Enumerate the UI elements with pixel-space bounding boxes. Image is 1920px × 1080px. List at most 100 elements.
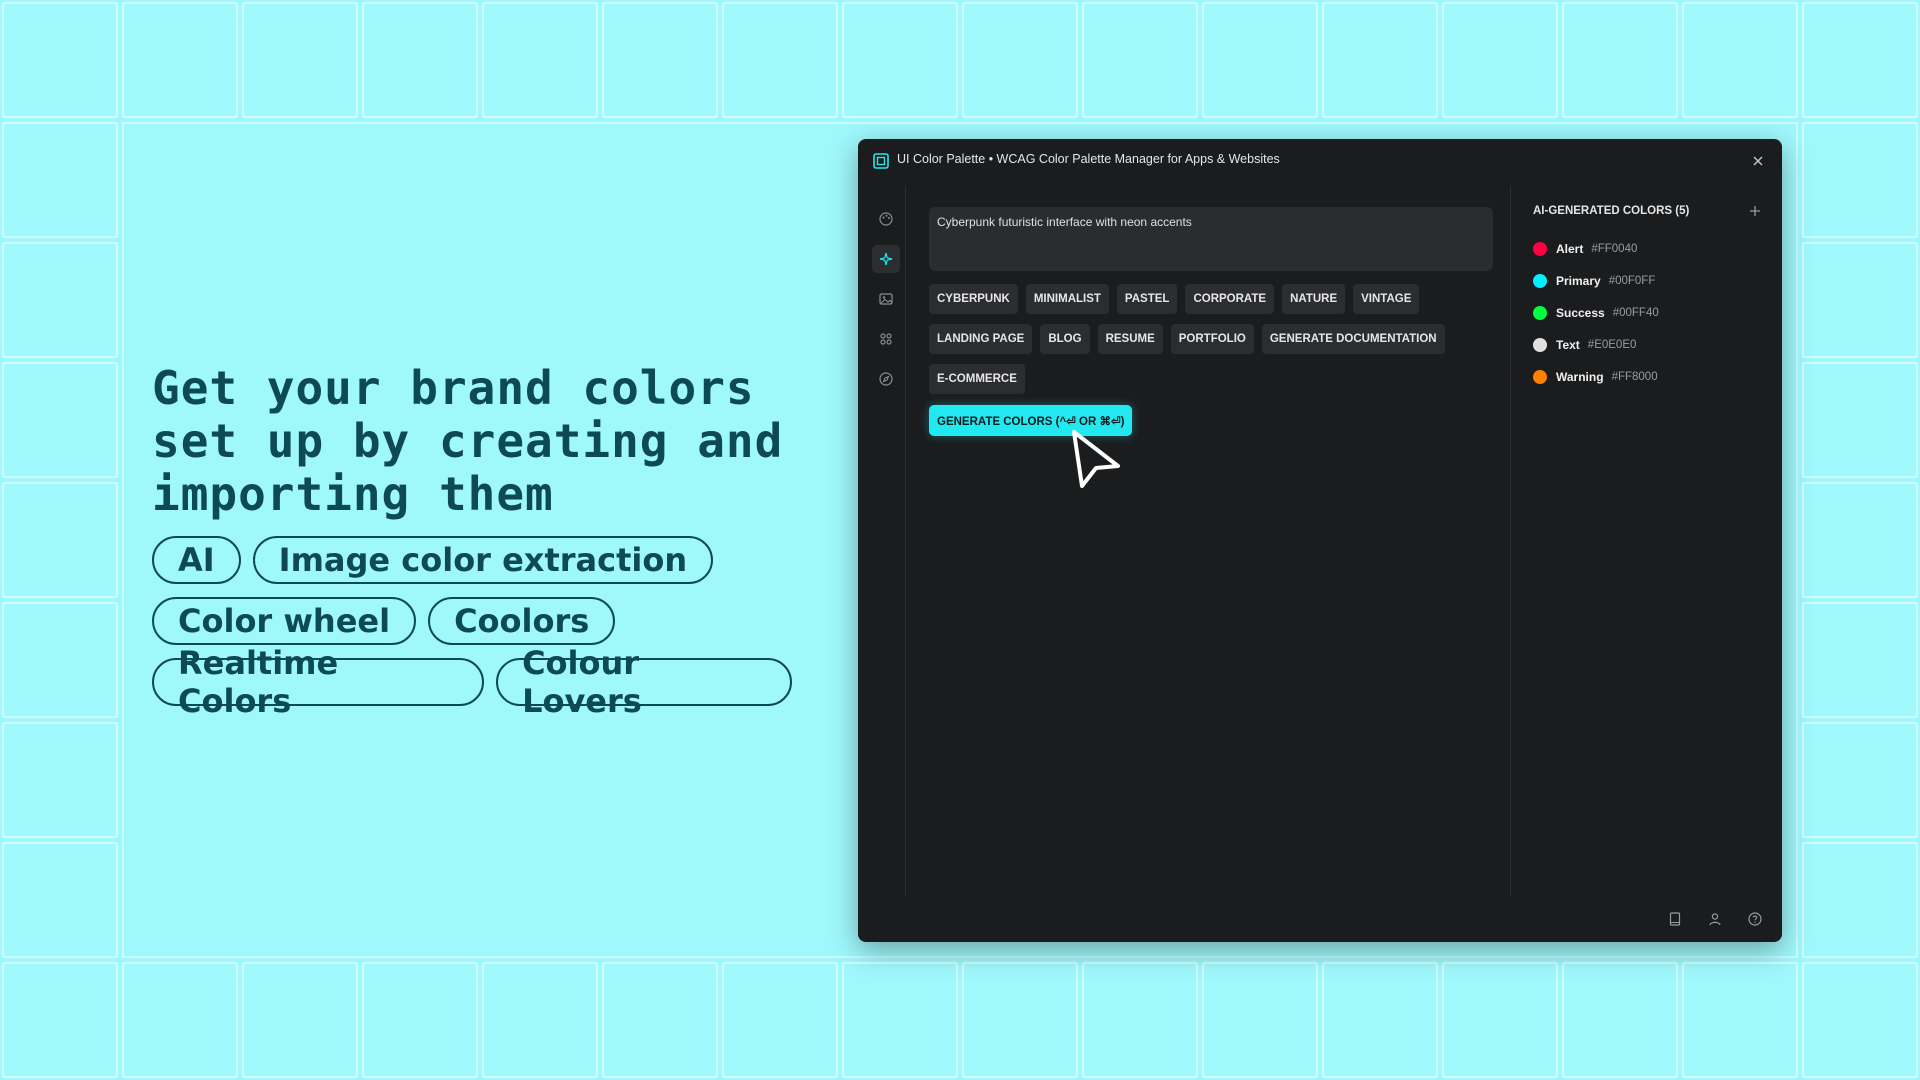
background-tile [962,2,1078,118]
color-item-alert[interactable]: Alert #FF0040 [1533,233,1763,265]
background-tile [1442,962,1558,1078]
chip-row: E-COMMERCE [929,364,1509,394]
mouse-cursor-icon [1072,430,1120,488]
nav-sparkle-icon[interactable] [872,245,900,273]
color-name: Primary [1556,274,1601,288]
feature-pill-colour-lovers: Colour Lovers [496,644,792,720]
chip-corporate[interactable]: CORPORATE [1185,284,1275,314]
chip-blog[interactable]: BLOG [1040,324,1090,354]
feature-pill-coolors: Coolors [428,597,616,645]
background-tile [242,2,358,118]
nav-grid-icon[interactable] [872,325,900,353]
chip-portfolio[interactable]: PORTFOLIO [1170,324,1254,354]
background-tile [1802,722,1918,838]
background-tile [1802,122,1918,238]
color-item-warning[interactable]: Warning #FF8000 [1533,361,1763,393]
color-swatch [1533,338,1547,352]
color-item-success[interactable]: Success #00FF40 [1533,297,1763,329]
background-tile [722,2,838,118]
color-list: Alert #FF0040 Primary #00F0FF Success #00FF40… [1533,233,1763,393]
title-bar: UI Color Palette • WCAG Color Palette Ma… [858,139,1782,183]
nav-compass-icon[interactable] [872,365,900,393]
background-tile [2,962,118,1078]
user-icon[interactable] [1706,910,1724,928]
background-tile [722,962,838,1078]
chip-generate-documentation[interactable]: GENERATE DOCUMENTATION [1261,324,1445,354]
background-tile [2,602,118,718]
divider [905,187,906,895]
chip-resume[interactable]: RESUME [1097,324,1163,354]
chip-row: CYBERPUNK MINIMALIST PASTEL CORPORATE NA… [929,284,1509,314]
background-tile [482,2,598,118]
background-tile [842,962,958,1078]
background-tile [1442,2,1558,118]
prompt-input[interactable]: Cyberpunk futuristic interface with neon… [929,207,1493,271]
nav-palette-icon[interactable] [872,205,900,233]
feature-pill-color-wheel: Color wheel [152,597,417,645]
background-tile [1802,482,1918,598]
color-name: Success [1556,306,1605,320]
background-tile [1082,2,1198,118]
background-tile [602,2,718,118]
chip-vintage[interactable]: VINTAGE [1353,284,1420,314]
background-tile [2,242,118,358]
divider [1510,187,1511,895]
background-tile [2,842,118,958]
add-icon[interactable] [1747,203,1763,219]
background-tile [2,362,118,478]
background-tile [1802,842,1918,958]
color-hex: #FF0040 [1591,243,1638,255]
chip-e-commerce[interactable]: E-COMMERCE [929,364,1025,394]
help-icon[interactable] [1746,910,1764,928]
palette-app-icon [873,153,889,169]
color-item-text[interactable]: Text #E0E0E0 [1533,329,1763,361]
chip-nature[interactable]: NATURE [1282,284,1346,314]
app-window: UI Color Palette • WCAG Color Palette Ma… [858,139,1782,942]
background-tile [962,962,1078,1078]
background-tile [1562,2,1678,118]
background-tile [602,962,718,1078]
page-headline: Get your brand colors set up by creating… [152,361,784,521]
pill-row: AI Image color extraction [152,536,792,584]
color-item-primary[interactable]: Primary #00F0FF [1533,265,1763,297]
generated-colors-panel: AI-GENERATED COLORS (5) Alert #FF0040 Prim… [1533,203,1763,393]
chip-row: LANDING PAGE BLOG RESUME PORTFOLIO GENER… [929,324,1509,354]
color-swatch [1533,306,1547,320]
chip-minimalist[interactable]: MINIMALIST [1025,284,1109,314]
colors-header: AI-GENERATED COLORS (5) [1533,203,1763,219]
background-tile [2,122,118,238]
background-tile [1202,962,1318,1078]
background-tile [122,2,238,118]
background-tile [1322,2,1438,118]
window-title: UI Color Palette • WCAG Color Palette Ma… [897,152,1280,166]
color-hex: #00FF40 [1612,307,1659,319]
nav-image-icon[interactable] [872,285,900,313]
feature-pills: AI Image color extraction Color wheel Co… [152,536,792,720]
background-tile [2,2,118,118]
feature-pill-realtime-colors: Realtime Colors [152,644,485,720]
chip-landing-page[interactable]: LANDING PAGE [929,324,1033,354]
sidebar-nav [872,205,900,405]
background-tile [2,482,118,598]
book-icon[interactable] [1666,910,1684,928]
pill-row: Color wheel Coolors [152,597,792,645]
chip-cyberpunk[interactable]: CYBERPUNK [929,284,1018,314]
footer-toolbar [1666,910,1764,928]
background-tile [122,962,238,1078]
background-tile [1802,2,1918,118]
color-swatch [1533,242,1547,256]
background-tile [1682,962,1798,1078]
color-hex: #00F0FF [1608,275,1656,287]
background-tile [362,962,478,1078]
background-tile [1802,362,1918,478]
background-tile [1682,2,1798,118]
background-tile [1082,962,1198,1078]
preset-chips: CYBERPUNK MINIMALIST PASTEL CORPORATE NA… [929,284,1509,404]
close-icon[interactable] [1748,151,1768,171]
color-hex: #E0E0E0 [1587,339,1637,351]
color-name: Warning [1556,370,1604,384]
chip-pastel[interactable]: PASTEL [1116,284,1178,314]
background-tile [2,722,118,838]
background-tile [242,962,358,1078]
feature-pill-image-extraction: Image color extraction [252,536,714,584]
